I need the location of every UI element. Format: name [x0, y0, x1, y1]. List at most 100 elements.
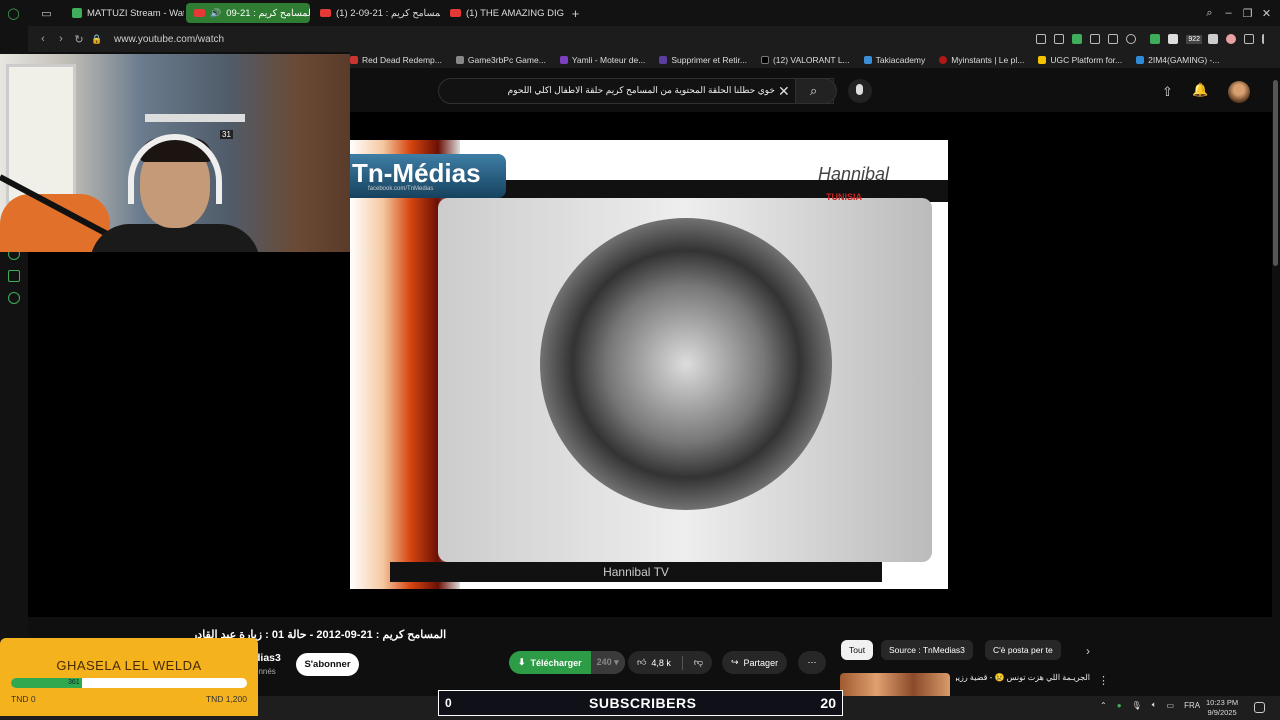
youtube-favicon-icon [450, 9, 461, 17]
download-count[interactable]: 240 ▾ [590, 651, 625, 674]
download-label: Télécharger [530, 657, 582, 668]
opera-logo-icon[interactable]: ◯ [4, 7, 23, 20]
lock-icon: 🔒 [91, 33, 103, 44]
tray-mic-icon[interactable]: 🎙︎ [1132, 701, 1142, 710]
subscribe-button[interactable]: S'abonner [296, 653, 359, 676]
account-avatar[interactable] [1228, 81, 1250, 103]
network-icon[interactable]: ▭ [1167, 701, 1175, 710]
clock-date: 9/9/2025 [1207, 708, 1237, 717]
scrollbar-thumb[interactable] [1273, 80, 1278, 266]
thumbs-up-icon: 👍︎ [637, 657, 647, 667]
subscriber-goal-overlay: 0 SUBSCRIBERS 20 [438, 690, 843, 716]
player-icon[interactable] [1090, 34, 1101, 44]
address-bar: ‹ › ↻ 🔒 www.youtube.com/watch 922 [28, 26, 1280, 52]
download-extension-icon[interactable] [1150, 34, 1161, 44]
tab-label: MATTUZI Stream - Watch [87, 7, 184, 19]
tab-amazing-digital[interactable]: (1) THE AMAZING DIGITAL [442, 3, 564, 23]
chip-related[interactable]: C'è posta per te [985, 640, 1061, 660]
heart-icon[interactable] [1126, 34, 1137, 44]
chip-source[interactable]: Source : TnMedias3 [881, 640, 973, 660]
like-button[interactable]: 👍︎ 4,8 k 👎︎ [628, 651, 713, 674]
bookmark-item[interactable]: Myinstants | Le pl... [939, 55, 1024, 65]
youtube-header: خوي حطلنا الحلقة المحتوية من المسامح كري… [350, 70, 1280, 112]
tab-mattuzi-stream[interactable]: MATTUZI Stream - Watch [64, 3, 184, 23]
chip-all[interactable]: Tout [841, 640, 874, 660]
search-tabs-icon[interactable]: ⌕ [1200, 7, 1219, 20]
bookmark-item[interactable]: Red Dead Redemp... [350, 55, 442, 65]
settings-gear-icon[interactable] [8, 292, 20, 304]
tray-chevron-icon[interactable]: ⌃ [1100, 701, 1107, 710]
bookmark-item[interactable]: Supprimer et Retir... [659, 55, 747, 65]
bookmark-label: Takiacademy [875, 55, 926, 65]
bookmark-item[interactable]: Yamli - Moteur de... [559, 55, 646, 65]
url-field[interactable]: www.youtube.com/watch [114, 34, 224, 45]
extension-badge[interactable]: 922 [1186, 34, 1202, 44]
tab-current-video[interactable]: 🔊 المسامح كريم : 21-09- [186, 3, 310, 23]
volume-icon[interactable]: 🔈︎ [1152, 700, 1157, 710]
tunisia-label: TUNISIA [826, 192, 862, 202]
donation-max: TND 1,200 [205, 694, 247, 704]
sub-goal-current: 0 [445, 696, 452, 710]
recommended-menu-icon[interactable]: ⋮ [1098, 674, 1109, 687]
donation-min: TND 0 [11, 694, 36, 704]
bookmark-item[interactable]: UGC Platform for... [1038, 55, 1122, 65]
language-indicator[interactable]: FRA [1184, 701, 1200, 710]
channel-name[interactable]: dias3 [254, 652, 281, 664]
reload-icon[interactable]: ↻ [70, 33, 88, 46]
share-button[interactable]: ↪ Partager [722, 651, 788, 674]
forward-icon[interactable]: › [52, 33, 70, 45]
frame-disc-graphic [540, 218, 832, 510]
close-icon[interactable]: ✕ [1257, 7, 1276, 20]
search-input[interactable]: خوي حطلنا الحلقة المحتوية من المسامح كري… [438, 78, 834, 104]
shield-icon[interactable] [1108, 34, 1119, 44]
voice-search-button[interactable] [848, 79, 872, 103]
bookmark-item[interactable]: 2IM4(GAMING) -... [1136, 55, 1219, 65]
bookmark-item[interactable]: (12) VALORANT L... [760, 55, 850, 65]
download-button[interactable]: ⬇ Télécharger 240 ▾ [509, 651, 625, 674]
restore-icon[interactable]: ❐ [1238, 7, 1257, 20]
vpn-shield-icon[interactable] [1072, 34, 1083, 44]
bookmark-label: Yamli - Moteur de... [571, 55, 646, 65]
search-icon: ⌕ [810, 83, 818, 98]
puzzle-icon[interactable] [1208, 34, 1218, 44]
new-tab-button[interactable]: + [566, 6, 585, 21]
youtube-favicon-icon [320, 9, 331, 17]
speaker-icon[interactable]: 🔊 [210, 8, 221, 19]
downloads-icon[interactable] [1244, 34, 1254, 44]
thumbs-down-icon[interactable]: 👎︎ [694, 657, 703, 668]
upload-icon[interactable]: ⇧ [1162, 84, 1173, 100]
tray-app-icon[interactable]: ● [1117, 701, 1122, 710]
back-icon[interactable]: ‹ [34, 33, 52, 45]
notifications-bell-icon[interactable]: 🔔 [1192, 82, 1208, 98]
notifications-icon[interactable] [1254, 702, 1265, 713]
bookmark-item[interactable]: Takiacademy [863, 55, 926, 65]
more-dots-icon: ⋯ [807, 657, 817, 667]
tab-video-2[interactable]: (1) المسامح كريم : 21-09-2 [312, 3, 440, 23]
bookmark-favicon-icon [1038, 56, 1047, 64]
recommended-thumbnail[interactable] [840, 673, 950, 696]
bookmark-item[interactable]: Game3rbPc Game... [455, 55, 546, 65]
bookmark-favicon-icon [659, 56, 668, 64]
minimize-icon[interactable]: – [1219, 7, 1238, 19]
tab-menu-icon[interactable]: ▭ [37, 7, 56, 20]
recommended-title[interactable]: الجريـمة اللي هزت تونس 😢 - قضية رزين [956, 673, 1090, 682]
search-button[interactable]: ⌕ [795, 78, 837, 104]
chevron-right-icon[interactable]: › [1086, 644, 1090, 658]
menu-icon[interactable] [1262, 34, 1272, 44]
x-favicon-icon [760, 56, 769, 64]
more-actions-button[interactable]: ⋯ [798, 651, 826, 674]
profile-extension-icon[interactable] [1226, 34, 1236, 44]
webcam-overlay: 31 [0, 54, 350, 252]
pin-icon[interactable] [1036, 34, 1047, 44]
donation-progress-value: 361 [68, 679, 80, 686]
bookmark-label: 2IM4(GAMING) -... [1148, 55, 1220, 65]
tab-label: (1) المسامح كريم : 21-09-2 [336, 7, 440, 19]
clear-search-icon[interactable]: ✕ [778, 83, 790, 100]
taskbar-clock[interactable]: 10:23 PM 9/9/2025 [1206, 698, 1238, 718]
streamer-body [90, 224, 260, 252]
whatsapp-icon[interactable] [8, 270, 20, 282]
extension-icon[interactable] [1168, 34, 1179, 44]
clock-time: 10:23 PM [1206, 698, 1239, 707]
webcam-shelf-badge: 31 [220, 130, 233, 139]
snapshot-icon[interactable] [1054, 34, 1065, 44]
